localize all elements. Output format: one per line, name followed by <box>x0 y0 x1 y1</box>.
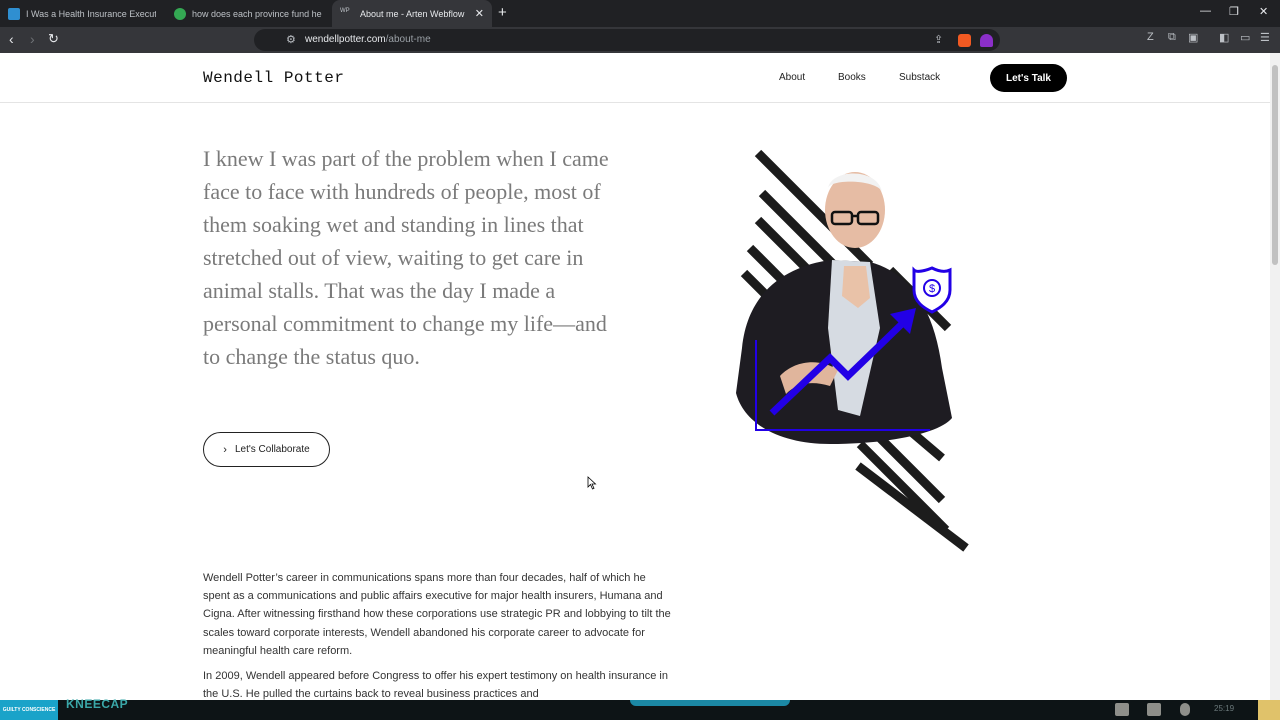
address-bar[interactable]: ⚙ wendellpotter.com/about-me ⇪ <box>254 29 1000 51</box>
button-label: Let's Collaborate <box>234 444 310 455</box>
tab-about-me[interactable]: WP About me - Arten Webflow HTML ✕ <box>332 0 492 27</box>
site-logo[interactable]: Wendell Potter <box>203 69 344 87</box>
clock: 25:19 <box>1214 704 1235 713</box>
chevron-right-icon: › <box>223 443 227 456</box>
close-window-icon[interactable]: ✕ <box>1259 5 1268 18</box>
search-favicon-icon <box>174 7 186 20</box>
site-settings-icon[interactable]: ⚙ <box>286 33 296 46</box>
tab-title: About me - Arten Webflow HTML <box>360 8 467 19</box>
sidebar-icon[interactable]: ◧ <box>1219 31 1229 44</box>
scrollbar-thumb[interactable] <box>1272 65 1278 265</box>
menu-icon[interactable]: ☰ <box>1260 31 1270 44</box>
wallpaper-glow <box>630 700 790 706</box>
os-taskbar: GUILTY CONSCIENCE KNEECAP 25:19 <box>0 697 1280 720</box>
window-icon[interactable]: ▭ <box>1240 31 1250 44</box>
tab-title: I Was a Health Insurance Executive. W <box>26 8 156 19</box>
lets-collaborate-button[interactable]: › Let's Collaborate <box>203 432 330 467</box>
tab-search[interactable]: how does each province fund health <box>166 0 330 27</box>
nav-about-link[interactable]: About <box>779 72 805 83</box>
hero-quote: I knew I was part of the problem when I … <box>203 146 609 369</box>
url-text: wendellpotter.com/about-me <box>305 34 431 45</box>
microphone-icon[interactable] <box>1180 703 1190 716</box>
forward-icon[interactable]: › <box>30 31 35 47</box>
nav-substack-link[interactable]: Substack <box>899 72 940 83</box>
mouse-cursor-icon <box>587 476 597 490</box>
gear-icon[interactable] <box>1258 700 1280 720</box>
browser-toolbar: ‹ › ↻ ⚙ wendellpotter.com/about-me ⇪ Z ⧉… <box>0 27 1280 53</box>
tab-insurance-article[interactable]: I Was a Health Insurance Executive. W <box>0 0 166 27</box>
zoom-icon[interactable]: Z <box>1147 31 1154 43</box>
tab-bar: I Was a Health Insurance Executive. W ho… <box>0 0 1280 27</box>
minimize-icon[interactable]: — <box>1200 5 1211 17</box>
rewards-icon[interactable] <box>980 34 993 47</box>
close-tab-icon[interactable]: ✕ <box>475 7 484 20</box>
svg-text:$: $ <box>929 283 935 295</box>
hero-illustration: $ <box>736 149 969 552</box>
back-icon[interactable]: ‹ <box>9 31 14 47</box>
nav-books-link[interactable]: Books <box>838 72 866 83</box>
extensions-icon[interactable]: ⧉ <box>1168 31 1176 44</box>
chat-icon[interactable] <box>1115 703 1129 716</box>
web-page: Wendell Potter About Books Substack Let'… <box>0 53 1270 700</box>
bio-paragraph: In 2009, Wendell appeared before Congres… <box>203 670 668 700</box>
notes-icon[interactable] <box>1147 703 1161 716</box>
media-title: KNEECAP <box>66 697 129 711</box>
portrait-figure <box>736 172 952 444</box>
dollar-shield-icon: $ <box>912 266 952 314</box>
media-thumbnail[interactable]: GUILTY CONSCIENCE <box>0 700 58 720</box>
page-scrollbar[interactable] <box>1270 53 1280 700</box>
reload-icon[interactable]: ↻ <box>48 31 59 47</box>
bio-paragraph: Wendell Potter’s career in communication… <box>203 572 671 657</box>
lets-talk-button[interactable]: Let's Talk <box>990 64 1067 92</box>
wp-favicon-icon: WP <box>340 7 350 14</box>
restore-icon[interactable]: ❐ <box>1229 5 1239 18</box>
site-favicon-icon <box>8 7 20 20</box>
brave-shield-icon[interactable] <box>958 34 971 47</box>
plus-icon[interactable]: + <box>498 4 507 21</box>
tab-title: how does each province fund health <box>192 8 322 19</box>
site-header: Wendell Potter About Books Substack Let'… <box>0 53 1270 103</box>
wallet-icon[interactable]: ▣ <box>1188 31 1198 44</box>
share-icon[interactable]: ⇪ <box>934 33 943 46</box>
bio-section: Wendell Potter’s career in communication… <box>203 569 673 700</box>
